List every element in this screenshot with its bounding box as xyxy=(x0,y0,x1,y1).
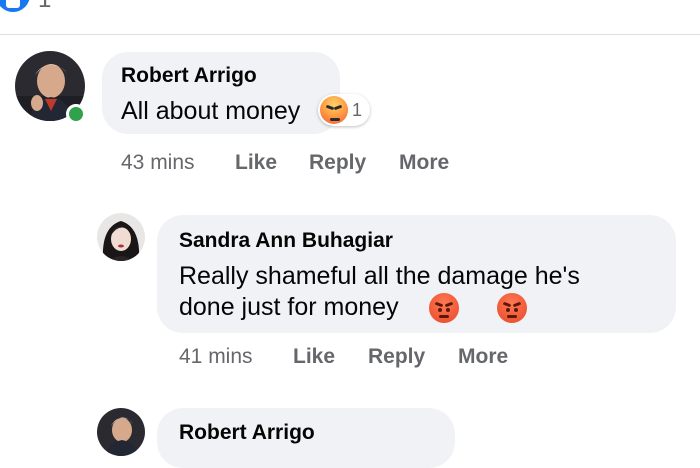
like-reaction-icon xyxy=(0,0,30,12)
comment-author[interactable]: Sandra Ann Buhagiar xyxy=(179,229,393,253)
divider xyxy=(0,34,700,35)
angry-emoji-icon xyxy=(320,96,348,124)
comment-text-line: Really shameful all the damage he's xyxy=(179,262,580,290)
comment-text: All about money xyxy=(121,97,301,125)
avatar-sandra[interactable] xyxy=(97,213,145,261)
reaction-summary[interactable]: 1 xyxy=(318,94,371,126)
reaction-count: 1 xyxy=(352,99,363,120)
top-reaction-count: 1 xyxy=(38,0,51,14)
comment-text-line: done just for money xyxy=(179,293,399,321)
like-button[interactable]: Like xyxy=(235,151,277,174)
like-button[interactable]: Like xyxy=(293,345,335,368)
angry-emoji-icon xyxy=(429,293,459,323)
comment-timestamp: 41 mins xyxy=(179,345,253,368)
comment-meta: 43 mins xyxy=(121,151,195,175)
more-button[interactable]: More xyxy=(399,151,449,174)
comment-timestamp: 43 mins xyxy=(121,151,195,174)
avatar-robert[interactable] xyxy=(97,408,145,456)
reply-button[interactable]: Reply xyxy=(309,151,366,174)
reply-button[interactable]: Reply xyxy=(368,345,425,368)
more-button[interactable]: More xyxy=(458,345,508,368)
comment-author[interactable]: Robert Arrigo xyxy=(179,421,315,445)
comment-author[interactable]: Robert Arrigo xyxy=(121,64,257,88)
online-status-indicator xyxy=(66,104,86,124)
